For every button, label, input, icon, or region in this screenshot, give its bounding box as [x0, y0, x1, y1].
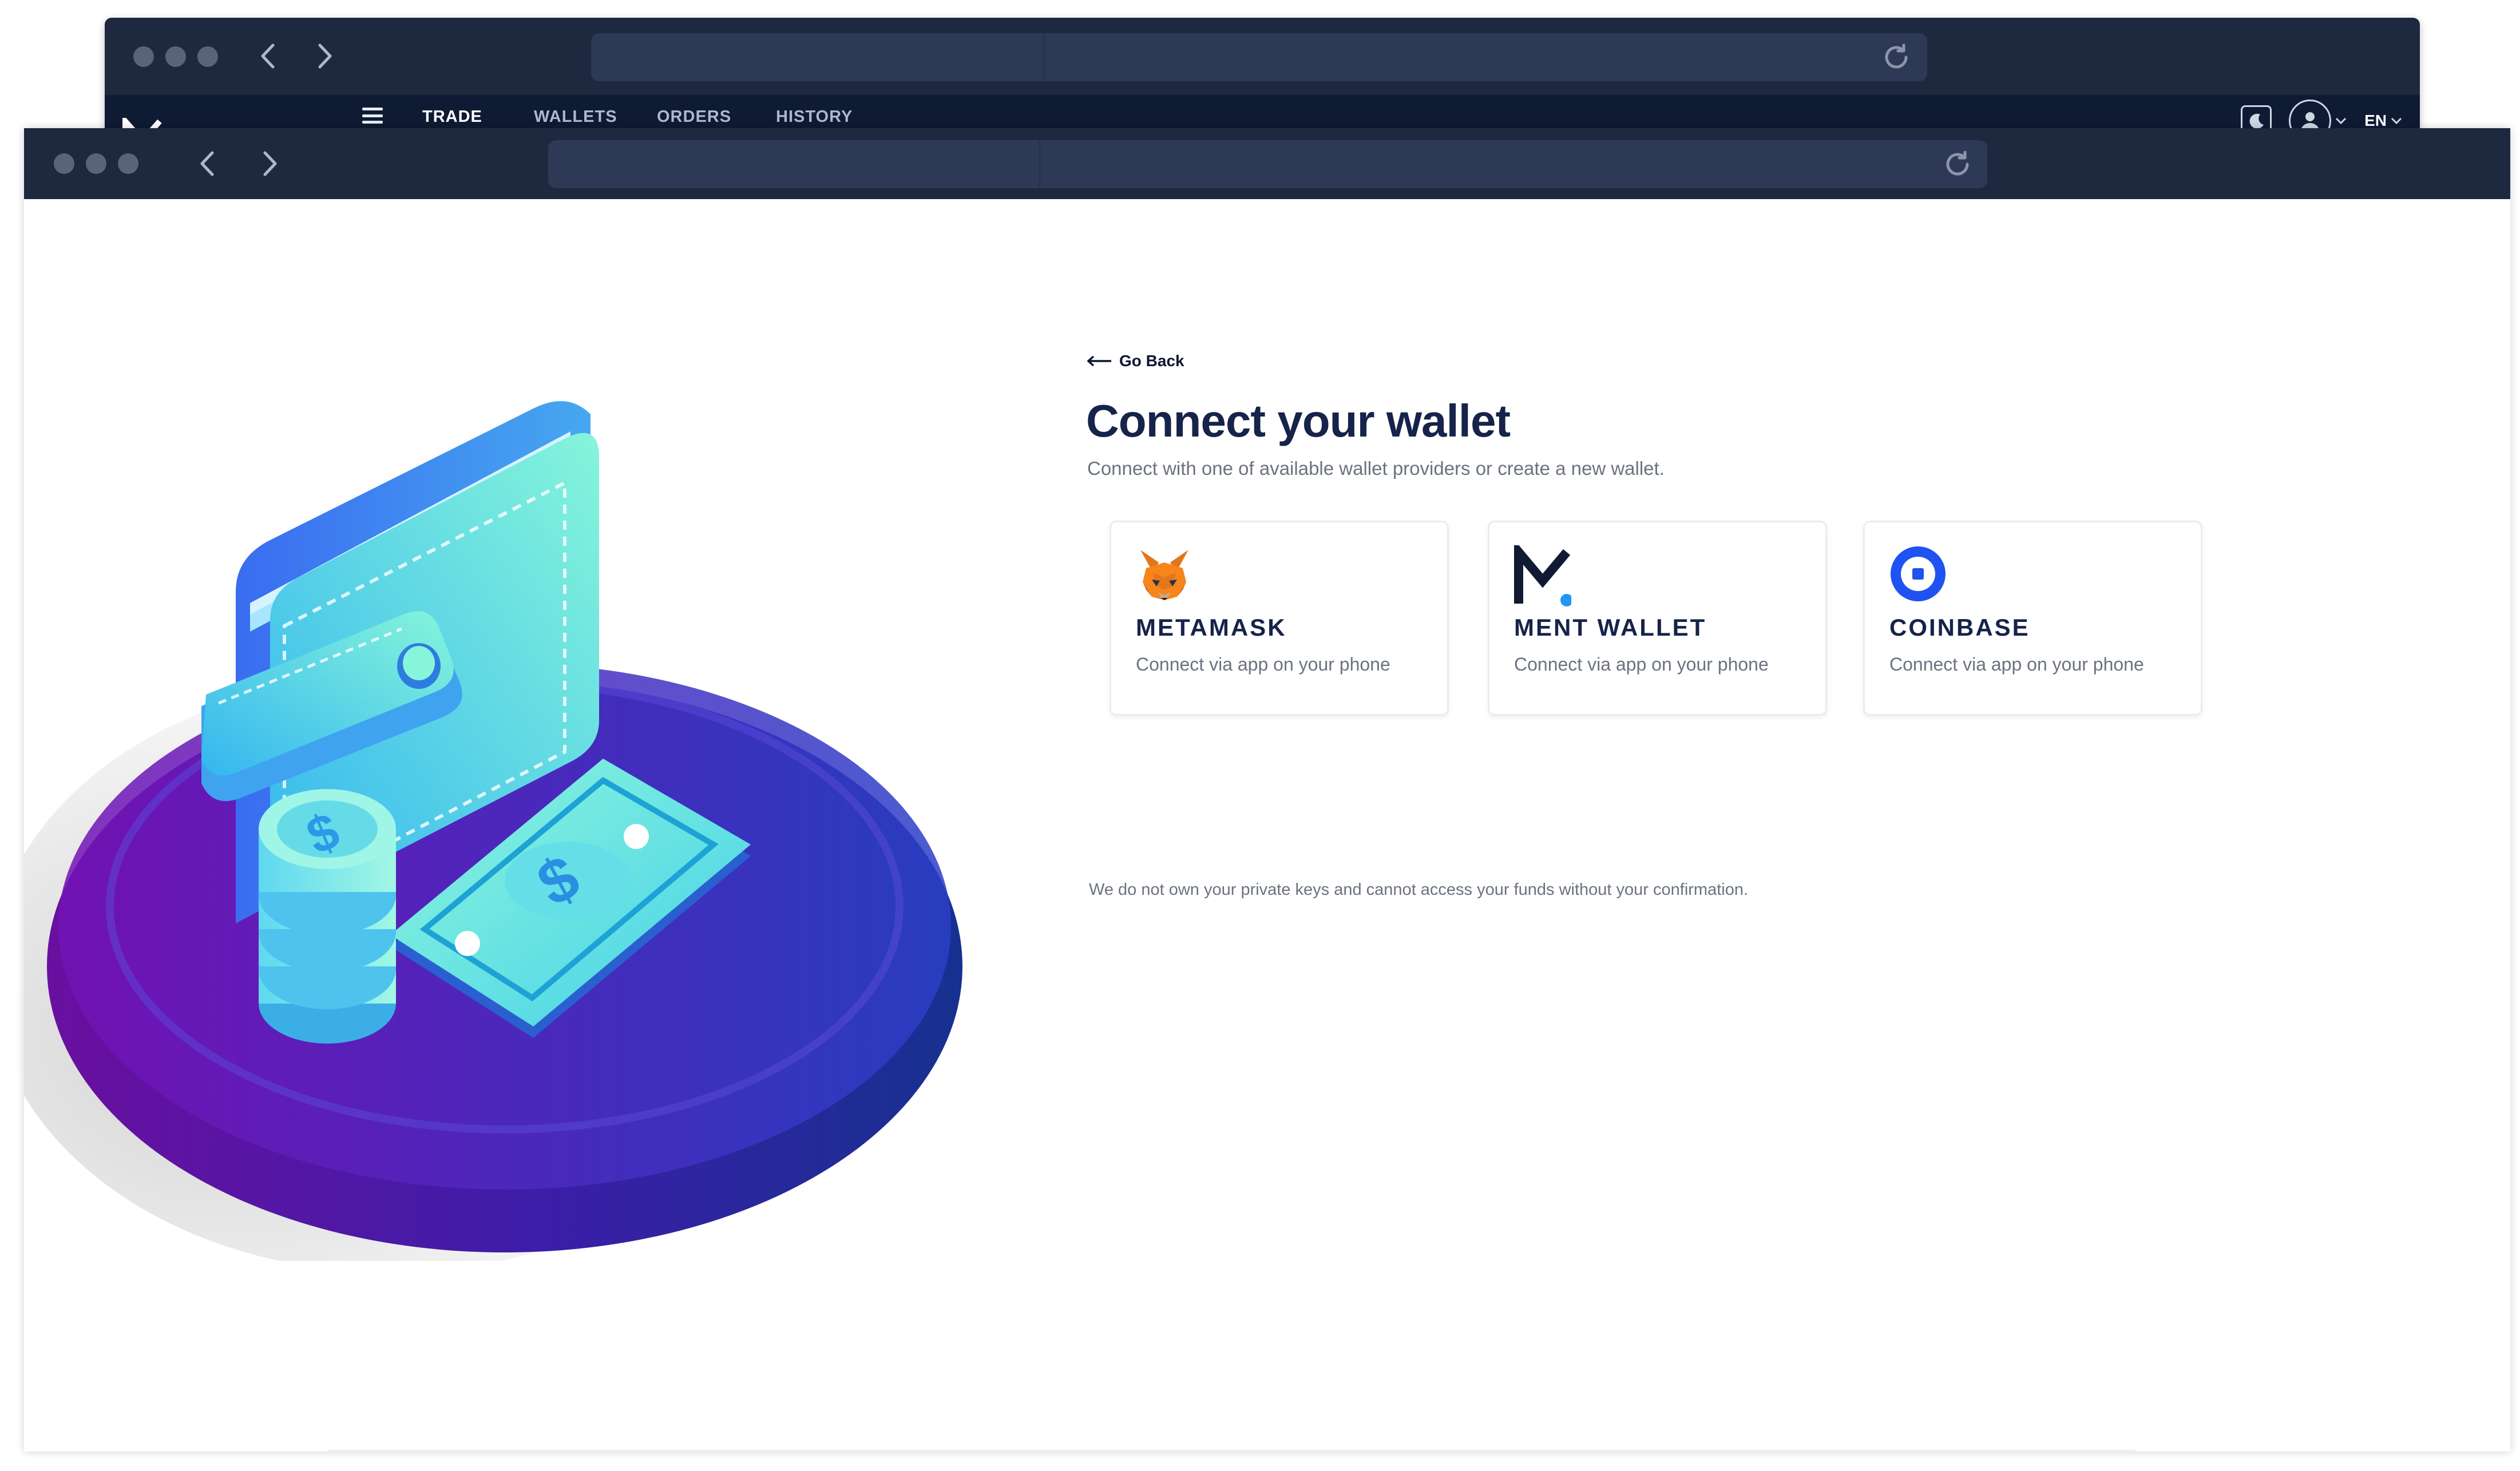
- provider-name: MENT WALLET: [1514, 614, 1707, 641]
- minimize-window-button[interactable]: [86, 153, 106, 174]
- address-bar[interactable]: [548, 140, 1987, 188]
- nav-wallets[interactable]: WALLETS: [534, 108, 617, 126]
- provider-name: COINBASE: [1889, 614, 2030, 641]
- provider-description: Connect via app on your phone: [1889, 654, 2144, 675]
- chevron-down-icon: [2336, 117, 2347, 125]
- security-disclaimer: We do not own your private keys and cann…: [1089, 881, 1749, 899]
- window-controls: [133, 46, 218, 67]
- browser-chrome: [105, 18, 2420, 95]
- menu-icon[interactable]: [362, 108, 383, 124]
- coin-stack: $: [259, 789, 396, 1044]
- chevron-down-icon: [2391, 117, 2402, 125]
- forward-arrow-icon[interactable]: [253, 146, 287, 181]
- metamask-fox-icon: [1136, 545, 1193, 602]
- coinbase-icon: [1889, 545, 1947, 602]
- page-title: Connect your wallet: [1086, 395, 1511, 446]
- provider-description: Connect via app on your phone: [1136, 654, 1390, 675]
- foreground-browser-window: $ $ Go Back Connect your wallet Connect …: [24, 128, 2510, 1452]
- address-bar[interactable]: [591, 33, 1927, 81]
- wallet-provider-ment[interactable]: MENT WALLET Connect via app on your phon…: [1488, 521, 1827, 716]
- go-back-link[interactable]: Go Back: [1086, 352, 1184, 370]
- maximize-window-button[interactable]: [197, 46, 218, 67]
- provider-description: Connect via app on your phone: [1514, 654, 1769, 675]
- minimize-window-button[interactable]: [165, 46, 186, 67]
- browser-chrome: [24, 128, 2510, 199]
- reload-icon[interactable]: [1878, 39, 1915, 76]
- wallet-provider-coinbase[interactable]: COINBASE Connect via app on your phone: [1863, 521, 2202, 716]
- language-label: EN: [2364, 112, 2387, 129]
- nav-orders[interactable]: ORDERS: [657, 108, 731, 126]
- maximize-window-button[interactable]: [118, 153, 138, 174]
- back-arrow-icon[interactable]: [251, 39, 285, 73]
- reload-icon[interactable]: [1939, 146, 1976, 183]
- language-selector[interactable]: EN: [2364, 112, 2403, 130]
- back-arrow-icon[interactable]: [190, 146, 224, 181]
- wallet-provider-metamask[interactable]: METAMASK Connect via app on your phone: [1110, 521, 1449, 716]
- close-window-button[interactable]: [54, 153, 74, 174]
- wallet-illustration: $ $: [24, 401, 962, 1261]
- divider: [327, 1450, 2135, 1452]
- nav-history[interactable]: HISTORY: [776, 108, 853, 126]
- nav-trade[interactable]: TRADE: [422, 108, 482, 126]
- background-browser-window: tech TRADE WALLETS ORDERS HISTORY EN: [105, 18, 2420, 135]
- window-controls: [54, 153, 138, 174]
- close-window-button[interactable]: [133, 46, 154, 67]
- page-subtitle: Connect with one of available wallet pro…: [1087, 458, 1665, 479]
- provider-name: METAMASK: [1136, 614, 1287, 641]
- ment-logo-icon: [1514, 540, 1573, 606]
- forward-arrow-icon[interactable]: [308, 39, 342, 73]
- arrow-left-icon: [1087, 355, 1111, 367]
- go-back-label: Go Back: [1119, 352, 1184, 370]
